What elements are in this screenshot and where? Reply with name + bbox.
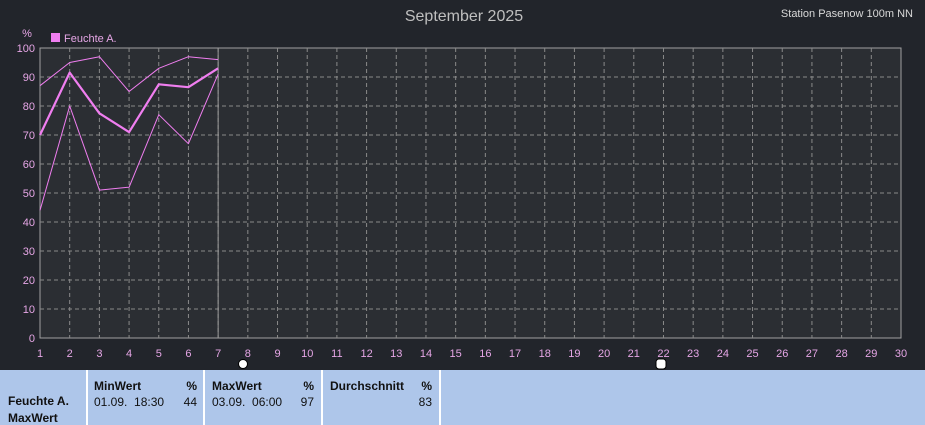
x-tick-label: 14: [420, 348, 432, 360]
stats-avg-cell: Durchschnitt % 83: [323, 370, 441, 425]
x-tick-label: 5: [156, 348, 162, 360]
x-tick-label: 27: [806, 348, 818, 360]
station-label: Station Pasenow 100m NN: [781, 8, 913, 20]
stats-min-cell: MinWert % 01.09. 18:30 44: [88, 370, 205, 425]
x-tick-label: 4: [126, 348, 132, 360]
x-tick-label: 8: [245, 348, 251, 360]
x-tick-label: 3: [96, 348, 102, 360]
stats-panel: Feuchte A. MaxWert MinWert % 01.09. 18:3…: [0, 370, 925, 425]
stats-max-unit: %: [303, 379, 314, 393]
x-tick-label: 12: [360, 348, 372, 360]
stats-min-value: 44: [183, 395, 197, 409]
scroll-marker-right[interactable]: [655, 358, 667, 370]
x-tick-label: 15: [450, 348, 462, 360]
x-tick-label: 28: [835, 348, 847, 360]
x-tick-label: 22: [657, 348, 669, 360]
stats-row-type-label: MaxWert: [8, 411, 58, 425]
y-axis: 0 10 20 30 40 50 60 70 80 90 100: [17, 43, 35, 345]
x-tick-label: 24: [717, 348, 729, 360]
x-tick-label: 11: [331, 348, 342, 360]
stats-max-value: 97: [300, 395, 314, 409]
stats-sensor-label: Feuchte A.: [8, 394, 69, 408]
x-tick-label: 10: [301, 348, 313, 360]
y-tick-label: 90: [23, 72, 35, 84]
x-tick-label: 1: [37, 348, 43, 360]
stats-avg-unit: %: [421, 379, 432, 393]
x-tick-label: 16: [479, 348, 491, 360]
y-tick-label: 30: [23, 246, 35, 258]
legend-swatch: [51, 33, 60, 42]
scroll-marker-left[interactable]: [238, 359, 248, 369]
stats-min-datetime: 01.09. 18:30: [94, 395, 165, 409]
y-axis-unit: %: [22, 28, 32, 40]
x-tick-label: 21: [628, 348, 640, 360]
stats-max-datetime: 03.09. 06:00: [212, 395, 283, 409]
y-tick-label: 50: [23, 188, 35, 200]
x-tick-label: 23: [687, 348, 699, 360]
legend-label: Feuchte A.: [64, 33, 117, 45]
y-tick-label: 20: [23, 275, 35, 287]
x-axis: 1 2 3 4 5 6 7 8 9 10 11 12 13 14 15 16 17 18 19 20 21 22 23 24 2…: [37, 348, 907, 360]
stats-max-cell: MaxWert % 03.09. 06:00 97: [205, 370, 323, 425]
stats-row-label: Feuchte A. MaxWert: [0, 370, 88, 425]
x-tick-label: 25: [746, 348, 758, 360]
x-tick-label: 6: [185, 348, 191, 360]
stats-avg-value: 83: [418, 395, 432, 409]
y-tick-label: 100: [17, 43, 35, 55]
x-tick-label: 29: [865, 348, 877, 360]
y-tick-label: 60: [23, 159, 35, 171]
y-tick-label: 80: [23, 101, 35, 113]
x-tick-label: 30: [895, 348, 907, 360]
y-tick-label: 10: [23, 304, 35, 316]
legend[interactable]: Feuchte A.: [51, 33, 117, 45]
x-tick-label: 7: [215, 348, 221, 360]
stats-max-header: MaxWert: [212, 379, 262, 393]
x-tick-label: 13: [390, 348, 402, 360]
x-tick-label: 2: [67, 348, 73, 360]
y-tick-label: 0: [29, 333, 35, 345]
stats-min-unit: %: [186, 379, 197, 393]
chart-title: September 2025: [405, 8, 523, 25]
x-tick-label: 20: [598, 348, 610, 360]
chart: September 2025 Station Pasenow 100m NN 0…: [17, 8, 913, 370]
x-tick-label: 19: [568, 348, 580, 360]
x-tick-label: 26: [776, 348, 788, 360]
x-tick-label: 18: [539, 348, 551, 360]
x-tick-label: 9: [274, 348, 280, 360]
stats-avg-header: Durchschnitt: [330, 379, 405, 393]
y-tick-label: 40: [23, 217, 35, 229]
x-tick-label: 17: [509, 348, 521, 360]
stats-min-header: MinWert: [94, 379, 142, 393]
y-tick-label: 70: [23, 130, 35, 142]
